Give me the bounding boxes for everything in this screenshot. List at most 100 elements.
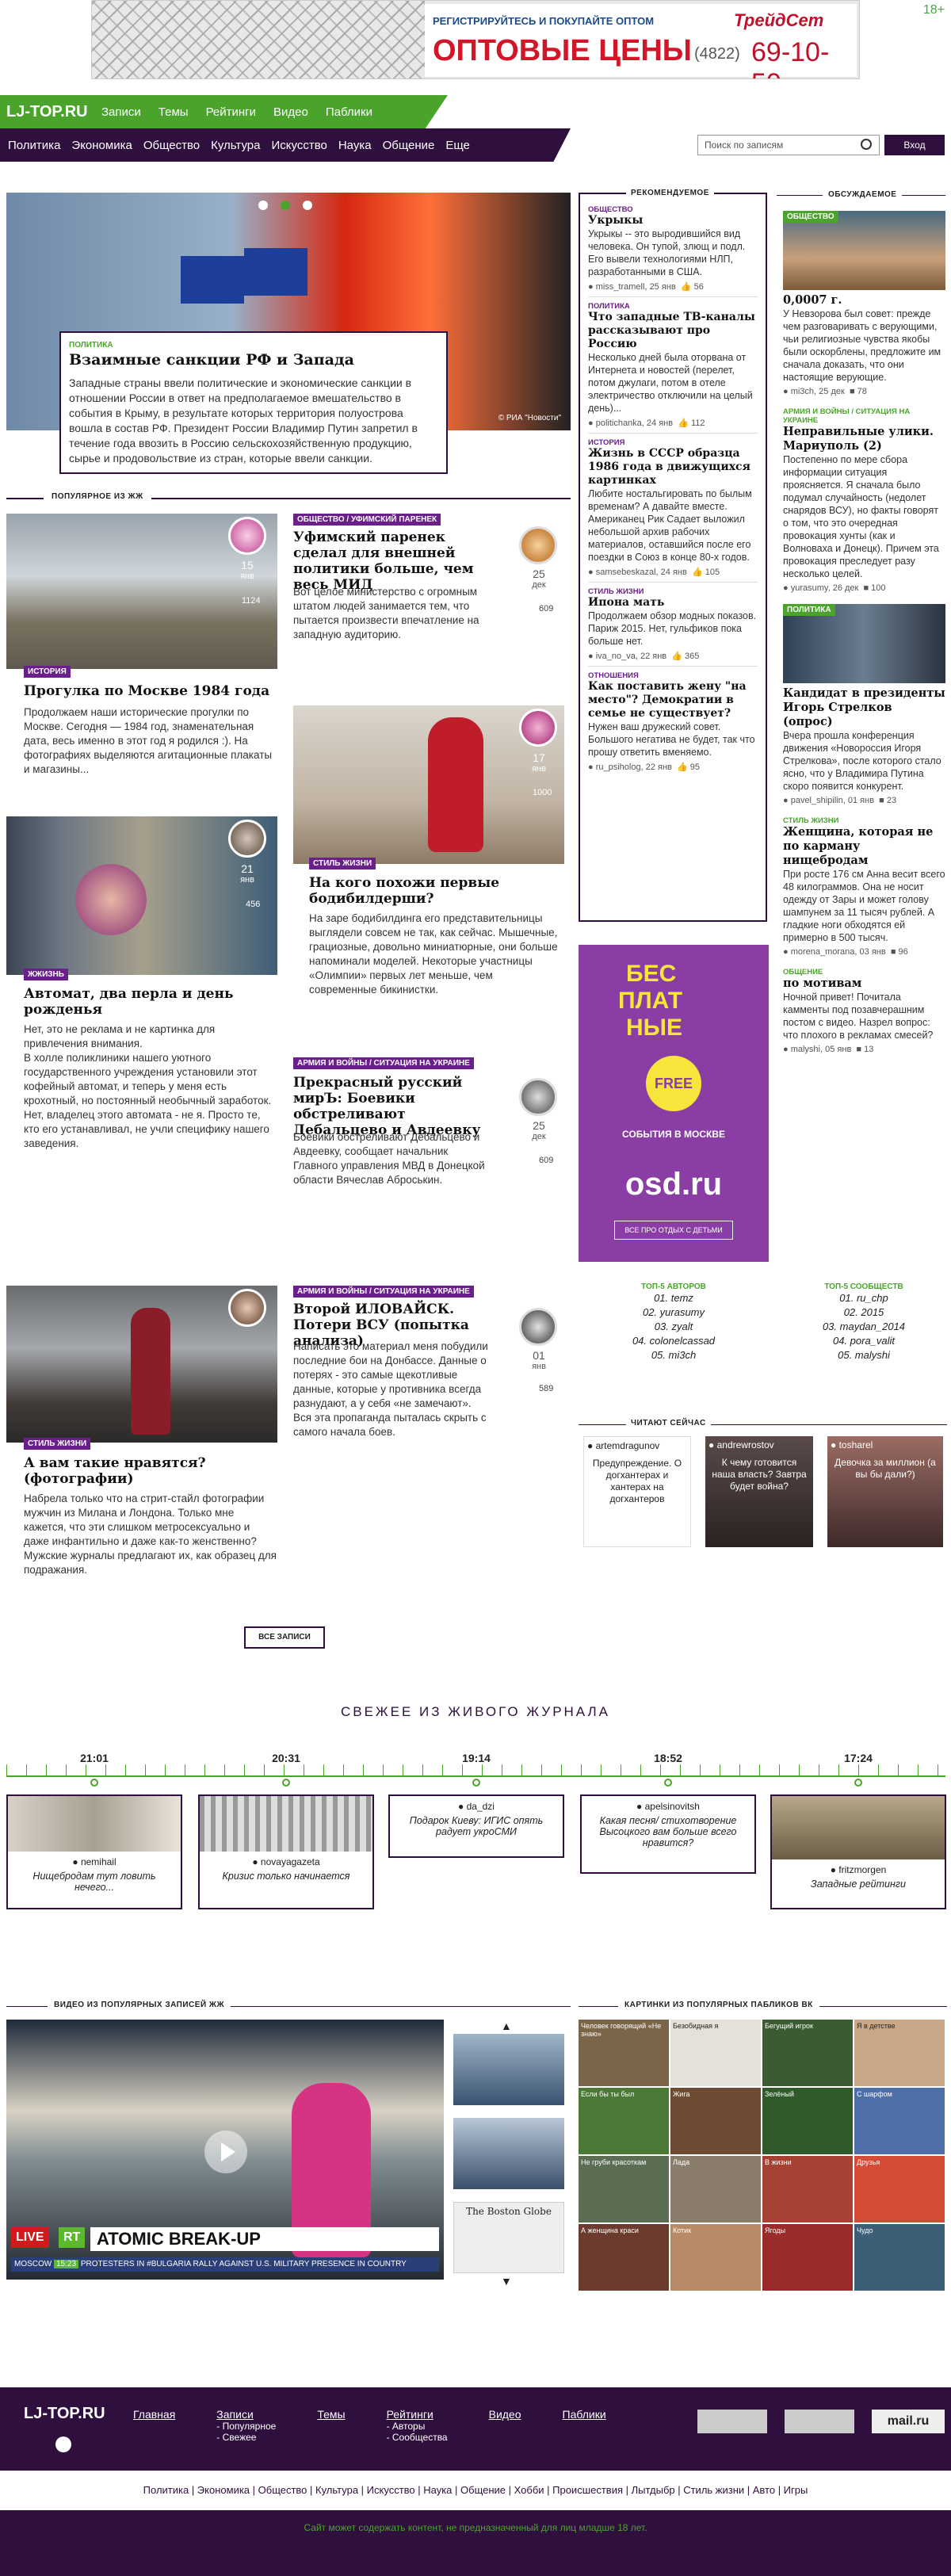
top-author[interactable]: 04. colonelcassad [602,1334,745,1348]
pic-tile[interactable]: Друзья [854,2156,945,2222]
top-banner-ad[interactable]: РЕГИСТРИРУЙТЕСЬ И ПОКУПАЙТЕ ОПТОМ ТрейдС… [91,0,860,79]
discussed-item[interactable]: Стиль жизни Женщина, которая не по карма… [783,813,945,965]
category-item[interactable]: Наука [338,139,372,152]
category-item[interactable]: Общество [143,139,200,152]
post-tag[interactable]: Жжизнь [24,969,68,980]
nav-item[interactable]: Паблики [326,105,372,119]
nav-item[interactable]: Записи [101,105,141,119]
nav-item[interactable]: Видео [273,105,308,119]
discussed-item[interactable]: Общество 0,0007 г. У Невзорова был совет… [783,208,945,404]
search-input[interactable]: Поиск по записям [697,135,880,155]
top-community[interactable]: 02. 2015 [792,1305,935,1320]
mailru-counter[interactable]: mail.ru [872,2410,945,2433]
top-author[interactable]: 02. yurasumy [602,1305,745,1320]
pic-tile[interactable]: Не груби красоткам [579,2156,669,2222]
reading-card[interactable]: ● tosharel Девочка за миллион (а вы бы д… [827,1436,943,1547]
author-avatar[interactable] [519,1078,557,1116]
fresh-card[interactable]: ● nemihail Нищебродам тут ловить нечего.… [6,1794,182,1909]
discussed-item[interactable]: Политика Кандидат в президенты Игорь Стр… [783,601,945,813]
video-thumb[interactable] [453,2118,564,2189]
recommended-item[interactable]: Политика Что западные ТВ-каналы рассказы… [588,297,758,434]
category-item[interactable]: Политика [8,139,60,152]
author-avatar[interactable] [519,1308,557,1346]
fresh-card[interactable]: ● novayagazeta Кризис только начинается [198,1794,374,1909]
pic-tile[interactable]: А женщина краси [579,2224,669,2291]
author-avatar[interactable] [228,1289,266,1327]
fresh-card[interactable]: ● fritzmorgen Западные рейтинги [770,1794,946,1909]
top-community[interactable]: 01. ru_chp [792,1291,935,1305]
post-tag[interactable]: Армия и Войны / Ситуация на Украине [293,1057,474,1069]
twitter-icon[interactable] [55,2436,71,2452]
post-tag[interactable]: История [24,666,71,678]
pic-tile[interactable]: Безобидная я [670,2020,761,2086]
osd-banner-ad[interactable]: БЕС ПЛАТ НЫЕ FREE СОБЫТИЯ В МОСКВЕ osd.r… [579,945,769,1262]
post-title[interactable]: А вам такие нравятся? (фотографии) [24,1455,262,1487]
top-community[interactable]: 04. pora_valit [792,1334,935,1348]
fresh-item[interactable]: 21:01 ● nemihail Нищебродам тут ловить н… [6,1752,182,1934]
fresh-item[interactable]: 20:31 ● novayagazeta Кризис только начин… [198,1752,374,1934]
post-image[interactable]: Общество [783,211,945,290]
pic-tile[interactable]: С шарфом [854,2088,945,2154]
pic-tile[interactable]: Бегущий игрок [762,2020,853,2086]
fresh-item[interactable]: 19:14 ● da_dzi Подарок Киеву: ИГИС опять… [388,1752,564,1934]
recommended-item[interactable]: Общество Укрыкы Укрыкы -- это выродивший… [588,201,758,297]
pic-tile[interactable]: Ягоды [762,2224,853,2291]
author-avatar[interactable] [228,820,266,858]
login-button[interactable]: Вход [884,135,945,155]
nav-item[interactable]: Рейтинги [206,105,256,119]
post-title[interactable]: Прогулка по Москве 1984 года [24,683,277,699]
post-tag[interactable]: Армия и Войны / Ситуация на Украине [293,1286,474,1298]
post-image[interactable]: Политика [783,604,945,683]
slider-dot[interactable] [258,201,268,210]
post-title[interactable]: На кого похожи первые бодибилдерши? [309,875,547,907]
post-tag[interactable]: Стиль жизни [24,1438,91,1450]
footer-logo[interactable]: LJ-TOP.RU [24,2405,105,2423]
recommended-item[interactable]: Отношения Как поставить жену "на место"?… [588,667,758,777]
post-tag[interactable]: Стиль жизни [309,858,376,869]
fresh-card[interactable]: ● da_dzi Подарок Киеву: ИГИС опять радуе… [388,1794,564,1858]
pic-tile[interactable]: Если бы ты был [579,2088,669,2154]
pic-tile[interactable]: В жизни [762,2156,853,2222]
author-avatar[interactable] [519,709,557,747]
all-posts-button[interactable]: Все записи [244,1626,325,1649]
author-avatar[interactable] [519,526,557,564]
top-community[interactable]: 03. maydan_2014 [792,1320,935,1334]
fresh-item[interactable]: 18:52 ● apelsinovitsh Какая песня/ стихо… [580,1752,756,1934]
top-author[interactable]: 03. zyalt [602,1320,745,1334]
post-tag[interactable]: Общество / Уфимский паренек [293,514,441,526]
top-author[interactable]: 05. mi3ch [602,1348,745,1363]
pic-tile[interactable]: Чудо [854,2224,945,2291]
category-item[interactable]: Экономика [71,139,132,152]
slider-dot[interactable] [281,201,290,210]
video-thumb[interactable]: The Boston Globe [453,2202,564,2273]
post-title[interactable]: Уфимский паренек сделал для внешней поли… [293,529,487,593]
author-avatar[interactable] [228,517,266,555]
pic-tile[interactable]: Лада [670,2156,761,2222]
discussed-item[interactable]: Общение по мотивам Ночной привет! Почита… [783,965,945,1062]
hero-title[interactable]: Взаимные санкции РФ и Запада [69,352,438,368]
nav-item[interactable]: Темы [158,105,189,119]
site-logo[interactable]: LJ-TOP.RU [6,103,88,121]
pic-tile[interactable]: Жига [670,2088,761,2154]
category-item[interactable]: Искусство [271,139,327,152]
reading-card[interactable]: ● andrewrostov К чему готовится наша вла… [705,1436,813,1547]
hero-caption[interactable]: Политика Взаимные санкции РФ и Запада За… [59,331,448,474]
discussed-item[interactable]: Армия и Войны / Ситуация на Украине Непр… [783,404,945,601]
post-title[interactable]: Автомат, два перла и день рожденья [24,986,277,1018]
category-item[interactable]: Еще [445,139,470,152]
pic-tile[interactable]: Человек говорящий «Не знаю» [579,2020,669,2086]
fresh-item[interactable]: 17:24 ● fritzmorgen Западные рейтинги [770,1752,946,1934]
category-item[interactable]: Общение [383,139,435,152]
reading-card[interactable]: ● artemdragunov Предупреждение. О догхан… [583,1436,691,1547]
video-down-icon[interactable]: ▼ [501,2275,512,2287]
post-title[interactable]: Прекрасный русский мирЪ: Боевики обстрел… [293,1075,499,1138]
top-community[interactable]: 05. malyshi [792,1348,935,1363]
pic-tile[interactable]: Я в детстве [854,2020,945,2086]
fresh-card[interactable]: ● apelsinovitsh Какая песня/ стихотворен… [580,1794,756,1874]
video-up-icon[interactable]: ▲ [501,2020,512,2032]
category-item[interactable]: Культура [211,139,260,152]
recommended-item[interactable]: Стиль жизни Ипона мать Продолжаем обзор … [588,583,758,667]
pic-tile[interactable]: Зелёный [762,2088,853,2154]
top-author[interactable]: 01. temz [602,1291,745,1305]
slider-dot[interactable] [303,201,312,210]
